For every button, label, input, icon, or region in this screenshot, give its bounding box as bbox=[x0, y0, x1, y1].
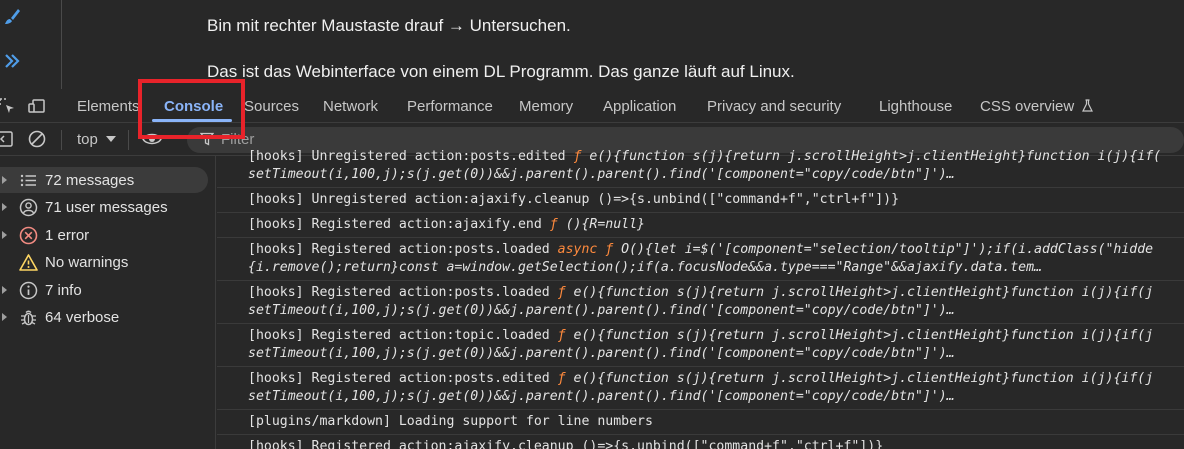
message-line: [hooks] Registered action:ajaxify.end ƒ … bbox=[248, 217, 645, 232]
expand-arrow-icon[interactable] bbox=[2, 176, 7, 184]
sidebar-item-label: 64 verbose bbox=[45, 309, 120, 326]
tab-performance[interactable]: Performance bbox=[407, 89, 493, 123]
function-source: e(){function s(j){return j.scrollHeight>… bbox=[581, 149, 1162, 164]
toolbar-divider bbox=[61, 130, 62, 150]
message-line: {i.remove();return}const a=window.getSel… bbox=[248, 260, 1042, 275]
message-line: setTimeout(i,100,j);s(j.get(0))&&j.paren… bbox=[248, 303, 955, 318]
tab-network[interactable]: Network bbox=[323, 89, 378, 123]
tab-lighthouse[interactable]: Lighthouse bbox=[879, 89, 952, 123]
function-keyword: async ƒ bbox=[557, 242, 614, 257]
page-text-line-1: Bin mit rechter Maustaste drauf → Unters… bbox=[207, 16, 571, 35]
expand-arrow-icon[interactable] bbox=[2, 313, 7, 321]
expand-arrow-icon[interactable] bbox=[2, 203, 7, 211]
message-line: [hooks] Registered action:posts.loaded ƒ… bbox=[248, 285, 1154, 300]
message-line: [hooks] Registered action:posts.edited ƒ… bbox=[248, 371, 1154, 386]
sidebar-item-label: 7 info bbox=[45, 282, 82, 299]
sidebar-item-label: No warnings bbox=[45, 254, 129, 271]
sidebar-item-user-messages[interactable]: 71 user messages bbox=[0, 194, 208, 220]
sidebar-item-errors[interactable]: 1 error bbox=[0, 222, 208, 248]
bug-icon bbox=[21, 310, 36, 326]
page-side-rail bbox=[0, 0, 62, 89]
message-line: setTimeout(i,100,j);s(j.get(0))&&j.paren… bbox=[248, 389, 955, 404]
message-line: [hooks] Unregistered action:posts.edited… bbox=[248, 149, 1162, 164]
console-message[interactable]: [hooks] Unregistered action:ajaxify.clea… bbox=[217, 188, 1184, 213]
function-keyword: ƒ bbox=[549, 217, 558, 232]
function-source: e(){function s(j){return j.scrollHeight>… bbox=[565, 371, 1154, 386]
sidebar-item-verbose[interactable]: 64 verbose bbox=[0, 304, 208, 330]
brush-icon[interactable] bbox=[2, 7, 22, 27]
tab-application[interactable]: Application bbox=[603, 89, 676, 123]
error-icon bbox=[19, 226, 38, 245]
toolbar-divider bbox=[128, 130, 129, 150]
sidebar-item-warnings[interactable]: No warnings bbox=[0, 249, 208, 275]
sidebar-item-messages[interactable]: 72 messages bbox=[0, 167, 208, 193]
sidebar-item-label: 71 user messages bbox=[45, 199, 168, 216]
message-line: setTimeout(i,100,j);s(j.get(0))&&j.paren… bbox=[248, 167, 955, 182]
expand-arrow-icon[interactable] bbox=[2, 231, 7, 239]
sidebar-item-info[interactable]: 7 info bbox=[0, 277, 208, 303]
sidebar-item-label: 72 messages bbox=[45, 172, 135, 189]
console-message[interactable]: [hooks] Registered action:ajaxify.cleanu… bbox=[217, 435, 1184, 449]
context-selector-label: top bbox=[77, 131, 98, 148]
list-icon bbox=[20, 174, 36, 187]
function-source: e(){function s(j){return j.scrollHeight>… bbox=[565, 285, 1154, 300]
message-line: setTimeout(i,100,j);s(j.get(0))&&j.paren… bbox=[248, 346, 955, 361]
function-source: O(){let i=$('[component="selection/toolt… bbox=[613, 242, 1154, 257]
message-line: [hooks] Registered action:topic.loaded ƒ… bbox=[248, 328, 1154, 343]
function-keyword: ƒ bbox=[557, 371, 566, 386]
web-page-content: Bin mit rechter Maustaste drauf → Unters… bbox=[0, 0, 1184, 89]
console-message[interactable]: [plugins/markdown] Loading support for l… bbox=[217, 410, 1184, 435]
page-text-line-2: Das ist das Webinterface von einem DL Pr… bbox=[207, 62, 795, 81]
annotation-highlight-box bbox=[138, 79, 245, 139]
console-sidebar: 72 messages 71 user messages 1 error No … bbox=[0, 156, 216, 449]
tab-privacy-and-security[interactable]: Privacy and security bbox=[707, 89, 841, 123]
console-messages: [hooks] Unregistered action:posts.edited… bbox=[217, 145, 1184, 449]
context-selector[interactable]: top bbox=[77, 131, 117, 148]
console-message[interactable]: [hooks] Registered action:posts.loaded a… bbox=[217, 238, 1184, 281]
caret-down-icon bbox=[106, 136, 117, 142]
console-message[interactable]: [hooks] Unregistered action:posts.edited… bbox=[217, 145, 1184, 188]
info-icon bbox=[19, 281, 38, 300]
double-chevron-right-icon[interactable] bbox=[2, 51, 22, 71]
expand-arrow-icon[interactable] bbox=[2, 286, 7, 294]
tab-css-overview-label: CSS overview bbox=[980, 98, 1075, 115]
tab-css-overview[interactable]: CSS overview bbox=[980, 89, 1094, 123]
message-line: [plugins/markdown] Loading support for l… bbox=[248, 414, 653, 429]
console-message[interactable]: [hooks] Registered action:posts.loaded ƒ… bbox=[217, 281, 1184, 324]
toggle-sidebar-icon[interactable] bbox=[0, 130, 14, 148]
function-source: e(){function s(j){return j.scrollHeight>… bbox=[565, 328, 1154, 343]
tab-sources[interactable]: Sources bbox=[244, 89, 299, 123]
flask-icon bbox=[1082, 99, 1094, 112]
console-message[interactable]: [hooks] Registered action:topic.loaded ƒ… bbox=[217, 324, 1184, 367]
sidebar-item-label: 1 error bbox=[45, 227, 90, 244]
function-keyword: ƒ bbox=[557, 285, 566, 300]
message-line: [hooks] Registered action:ajaxify.cleanu… bbox=[248, 439, 884, 449]
tab-memory[interactable]: Memory bbox=[519, 89, 573, 123]
console-message[interactable]: [hooks] Registered action:ajaxify.end ƒ … bbox=[217, 213, 1184, 238]
function-source: (){R=null} bbox=[557, 217, 645, 232]
message-line: [hooks] Registered action:posts.loaded a… bbox=[248, 242, 1154, 257]
tab-elements[interactable]: Elements bbox=[77, 89, 140, 123]
user-icon bbox=[19, 198, 38, 217]
device-toolbar-icon[interactable] bbox=[28, 97, 46, 115]
console-message[interactable]: [hooks] Registered action:posts.edited ƒ… bbox=[217, 367, 1184, 410]
inspect-element-icon[interactable] bbox=[0, 97, 16, 115]
clear-console-icon[interactable] bbox=[28, 130, 46, 148]
function-keyword: ƒ bbox=[557, 328, 566, 343]
warning-icon bbox=[19, 254, 38, 271]
message-line: [hooks] Unregistered action:ajaxify.clea… bbox=[248, 192, 900, 207]
